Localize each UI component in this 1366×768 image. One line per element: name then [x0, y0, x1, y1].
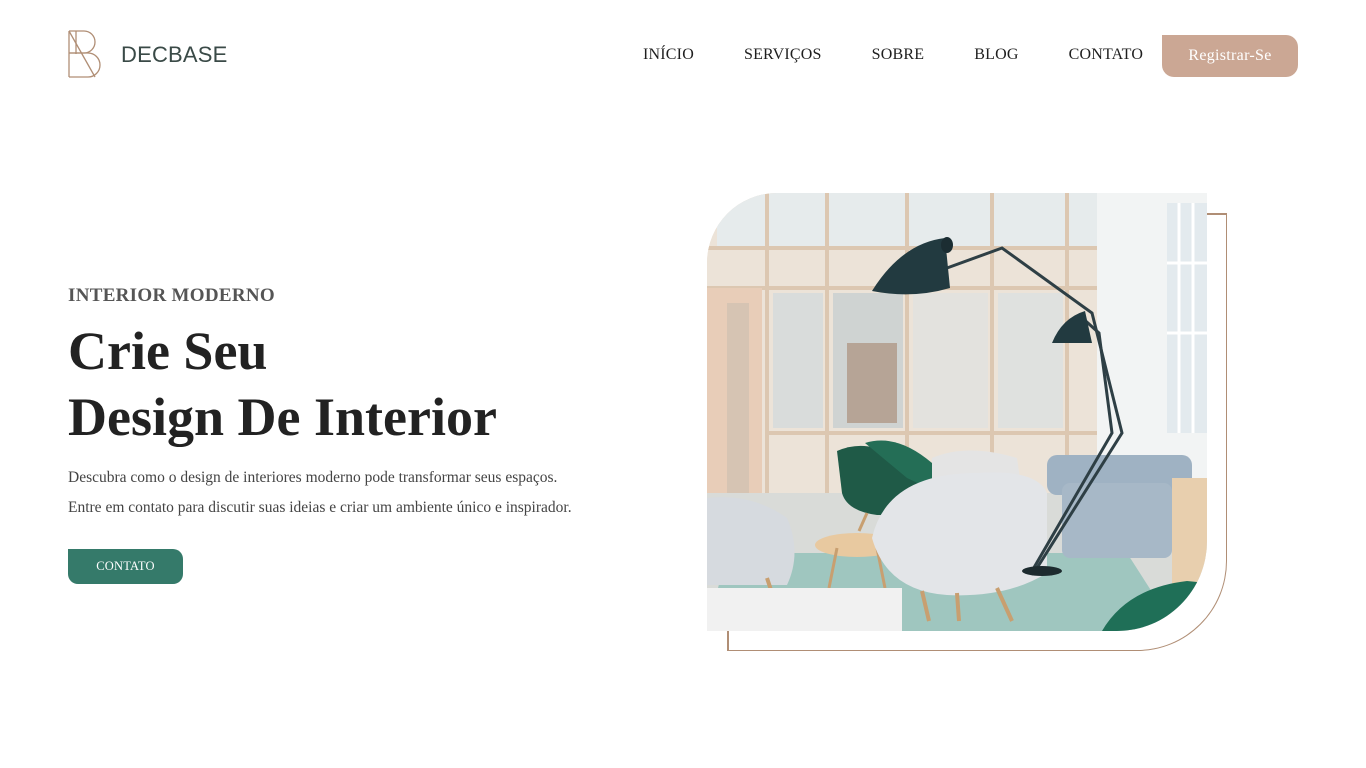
contact-button[interactable]: CONTATO: [68, 549, 183, 584]
interior-photo-illustration: [707, 193, 1207, 631]
hero-image: [707, 193, 1207, 631]
brand-name: DECBASE: [121, 42, 228, 67]
image-frame-top-edge: [1205, 213, 1227, 215]
nav-item-blog[interactable]: BLOG: [974, 45, 1018, 65]
hero-headline-line2: Design De Interior: [68, 387, 497, 447]
hero-description-line2: Entre em contato para discutir suas idei…: [68, 499, 572, 516]
hero-description: Descubra como o design de interiores mod…: [68, 463, 572, 523]
hero-description-line1: Descubra como o design de interiores mod…: [68, 469, 558, 486]
logo-mark-icon: [68, 29, 101, 78]
nav-item-inicio[interactable]: INÍCIO: [643, 45, 694, 65]
main-nav: INÍCIO SERVIÇOS SOBRE BLOG CONTATO: [643, 45, 1143, 65]
nav-item-sobre[interactable]: SOBRE: [872, 45, 925, 65]
nav-item-servicos[interactable]: SERVIÇOS: [744, 45, 822, 65]
hero-headline: Crie Seu Design De Interior: [68, 318, 497, 450]
hero-headline-line1: Crie Seu: [68, 321, 268, 381]
logo[interactable]: DECBASE: [68, 29, 227, 78]
register-button[interactable]: Registrar-Se: [1162, 35, 1298, 77]
nav-item-contato[interactable]: CONTATO: [1069, 45, 1144, 65]
hero-eyebrow: INTERIOR MODERNO: [68, 285, 275, 306]
